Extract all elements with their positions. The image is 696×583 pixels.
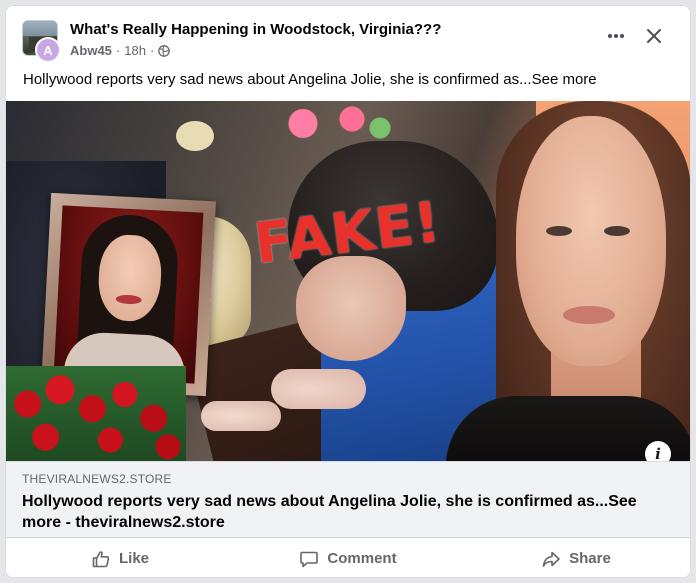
share-label: Share [569, 550, 611, 567]
post-body: Hollywood reports very sad news about An… [23, 71, 532, 88]
meta-separator: · [149, 43, 155, 58]
more-horizontal-icon [608, 34, 624, 38]
comment-label: Comment [327, 550, 397, 567]
share-button[interactable]: Share [462, 542, 690, 576]
link-title[interactable]: Hollywood reports very sad news about An… [22, 491, 662, 533]
post-card: A What's Really Happening in Woodstock, … [5, 5, 691, 578]
roses-bouquet [6, 366, 186, 461]
like-label: Like [118, 550, 149, 567]
link-domain: THEVIRALNEWS2.STORE [22, 472, 172, 486]
close-icon [647, 29, 661, 43]
see-more-link[interactable]: See more [532, 71, 597, 88]
globe-icon[interactable] [158, 44, 171, 57]
post-text: Hollywood reports very sad news about An… [23, 71, 673, 88]
avatar-stack[interactable]: A [22, 20, 66, 64]
more-options-button[interactable] [602, 22, 630, 50]
comment-bubble-icon [300, 551, 319, 567]
info-button[interactable]: i [645, 441, 671, 461]
link-preview-footer[interactable]: THEVIRALNEWS2.STORE Hollywood reports ve… [6, 461, 690, 537]
comment-button[interactable]: Comment [234, 542, 462, 576]
meta-separator: · [115, 43, 121, 58]
author-avatar[interactable]: A [35, 37, 61, 63]
thumbs-up-icon [92, 550, 110, 567]
share-arrow-icon [542, 551, 560, 567]
link-preview-image[interactable]: FAKE! i [6, 101, 690, 461]
group-name-link[interactable]: What's Really Happening in Woodstock, Vi… [70, 21, 441, 38]
close-button[interactable] [640, 22, 668, 50]
post-header: A What's Really Happening in Woodstock, … [6, 6, 690, 68]
info-icon: i [655, 445, 661, 461]
post-meta: Abw45 · 18h · [70, 43, 171, 58]
post-timestamp[interactable]: 18h [124, 43, 146, 58]
action-bar: Like Comment Share [6, 537, 690, 577]
like-button[interactable]: Like [6, 542, 234, 576]
author-name-link[interactable]: Abw45 [70, 43, 112, 58]
